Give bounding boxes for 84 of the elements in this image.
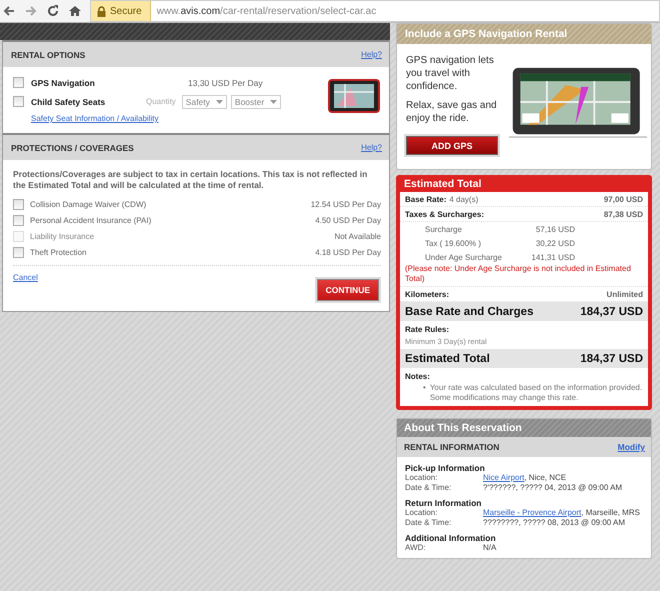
surcharge-label: Under Age Surcharge <box>424 252 503 262</box>
charge-label: Base Rate: <box>405 194 446 204</box>
surcharge-amount: 57,16 USD <box>534 224 575 234</box>
home-icon[interactable] <box>68 4 82 18</box>
location-link[interactable]: Marseille - Provence Airport <box>483 508 582 517</box>
gps-device-drawing <box>325 78 381 114</box>
field-label: Date & Time: <box>405 518 452 528</box>
reservation-title: About This Reservation <box>397 419 651 437</box>
tax-note: Protections/Coverages are subject to tax in certain locations. This tax is not reflected in the Estimated Total and will be calculated at the time of rental. <box>13 169 368 191</box>
warning-note: (Please note: Under Age Surcharge is not included in Estimated Total) <box>405 264 631 283</box>
checkbox[interactable] <box>13 96 24 107</box>
charge-amount: 87,38 USD <box>604 210 643 218</box>
info-link[interactable]: Safety Seat Information / Availability <box>31 114 325 123</box>
add-gps-button[interactable]: ADD GPS <box>406 136 498 155</box>
total-label: Estimated Total <box>405 352 490 364</box>
location-link[interactable]: Nice Airport <box>483 473 524 482</box>
quantity-label: Quantity <box>146 97 176 106</box>
field-value: N/A <box>483 543 496 553</box>
option-price: 13,30 USD Per Day <box>188 78 263 88</box>
estimate-title: Estimated Total <box>403 177 482 192</box>
group-title: Additional Information <box>405 533 497 543</box>
checkbox[interactable] <box>13 246 24 258</box>
surcharge-amount: 141,31 USD <box>530 252 575 262</box>
field-value: ?'??????, ????? 04, 2013 @ 09:00 AM <box>483 483 622 493</box>
dropdown[interactable]: Booster <box>230 94 282 108</box>
checkbox[interactable] <box>13 198 24 210</box>
modify-link[interactable]: Modify <box>618 442 645 452</box>
forward-icon[interactable] <box>24 4 38 18</box>
reload-icon[interactable] <box>46 4 60 18</box>
address-bar[interactable]: Secure www.avis.com/car-rental/reservation/select-car.ac <box>90 0 660 22</box>
coverage-label: Liability Insurance <box>30 232 96 240</box>
coverage-label: Collision Damage Waiver (CDW) <box>30 200 148 208</box>
field-value: ????????, ????? 08, 2013 @ 09:00 AM <box>483 518 626 528</box>
field-label: Date & Time: <box>405 483 452 493</box>
cancel-link[interactable]: Cancel <box>13 273 38 301</box>
charge-detail: 4 day(s) <box>449 194 478 204</box>
coverage-price: Not Available <box>334 232 381 240</box>
coverage-price: 4.50 USD Per Day <box>315 216 381 224</box>
charge-label: Kilometers: <box>405 290 450 298</box>
url-text: www.avis.com/car-rental/reservation/select-car.ac <box>156 6 376 16</box>
notes-text: Your rate was calculated based on the information provided. Some modifications may change this rate. <box>430 383 643 403</box>
continue-button[interactable]: CONTINUE <box>316 279 379 301</box>
help-link[interactable]: Help? <box>361 143 382 152</box>
checkbox[interactable] <box>13 77 24 88</box>
total-label: Base Rate and Charges <box>405 306 534 318</box>
field-label: Location: <box>405 473 438 483</box>
notes-label: Notes: <box>405 372 431 381</box>
field-label: AWD: <box>405 543 427 553</box>
total-amount: 184,37 USD <box>580 352 643 364</box>
option-label: GPS Navigation <box>31 78 96 88</box>
group-title: Pick-up Information <box>405 463 486 473</box>
rules-label: Rate Rules: <box>405 325 450 334</box>
section-title: PROTECTIONS / COVERAGES <box>11 142 134 152</box>
surcharge-label: Tax ( 19.600% ) <box>424 238 482 248</box>
surcharge-amount: 30,22 USD <box>534 238 575 248</box>
group-title: Return Information <box>405 498 482 508</box>
coverage-label: Personal Accident Insurance (PAI) <box>30 216 152 224</box>
surcharge-label: Surcharge <box>424 224 463 234</box>
section-title: RENTAL OPTIONS <box>11 50 86 60</box>
help-link[interactable]: Help? <box>361 50 382 59</box>
field-value: Nice Airport, Nice, NCE <box>483 473 566 483</box>
back-icon[interactable] <box>2 4 16 18</box>
promo-text: Relax, save gas and enjoy the ride. <box>406 99 498 125</box>
charge-amount: Unlimited <box>606 290 643 298</box>
coverage-price: 12.54 USD Per Day <box>310 200 381 208</box>
lock-icon <box>97 6 106 16</box>
section-title: RENTAL INFORMATION <box>404 442 500 452</box>
charge-label: Taxes & Surcharges: <box>405 210 484 218</box>
coverage-label: Theft Protection <box>30 248 88 256</box>
bullet: • <box>423 383 426 394</box>
charge-amount: 97,00 USD <box>604 194 643 204</box>
option-label: Child Safety Seats <box>31 96 106 106</box>
field-label: Location: <box>405 508 438 518</box>
promo-title: Include a GPS Navigation Rental <box>397 24 651 44</box>
promo-text: GPS navigation lets you travel with confidence. <box>406 54 495 93</box>
caret-icon <box>216 100 223 104</box>
caret-icon <box>270 100 278 104</box>
secure-badge[interactable]: Secure <box>91 1 151 21</box>
total-amount: 184,37 USD <box>580 306 643 318</box>
field-value: Marseille - Provence Airport, Marseille, MRS <box>483 508 640 518</box>
secure-label: Secure <box>110 6 142 16</box>
dropdown[interactable]: Safety <box>182 94 227 108</box>
checkbox[interactable] <box>13 214 24 226</box>
coverage-price: 4.18 USD Per Day <box>315 248 381 256</box>
